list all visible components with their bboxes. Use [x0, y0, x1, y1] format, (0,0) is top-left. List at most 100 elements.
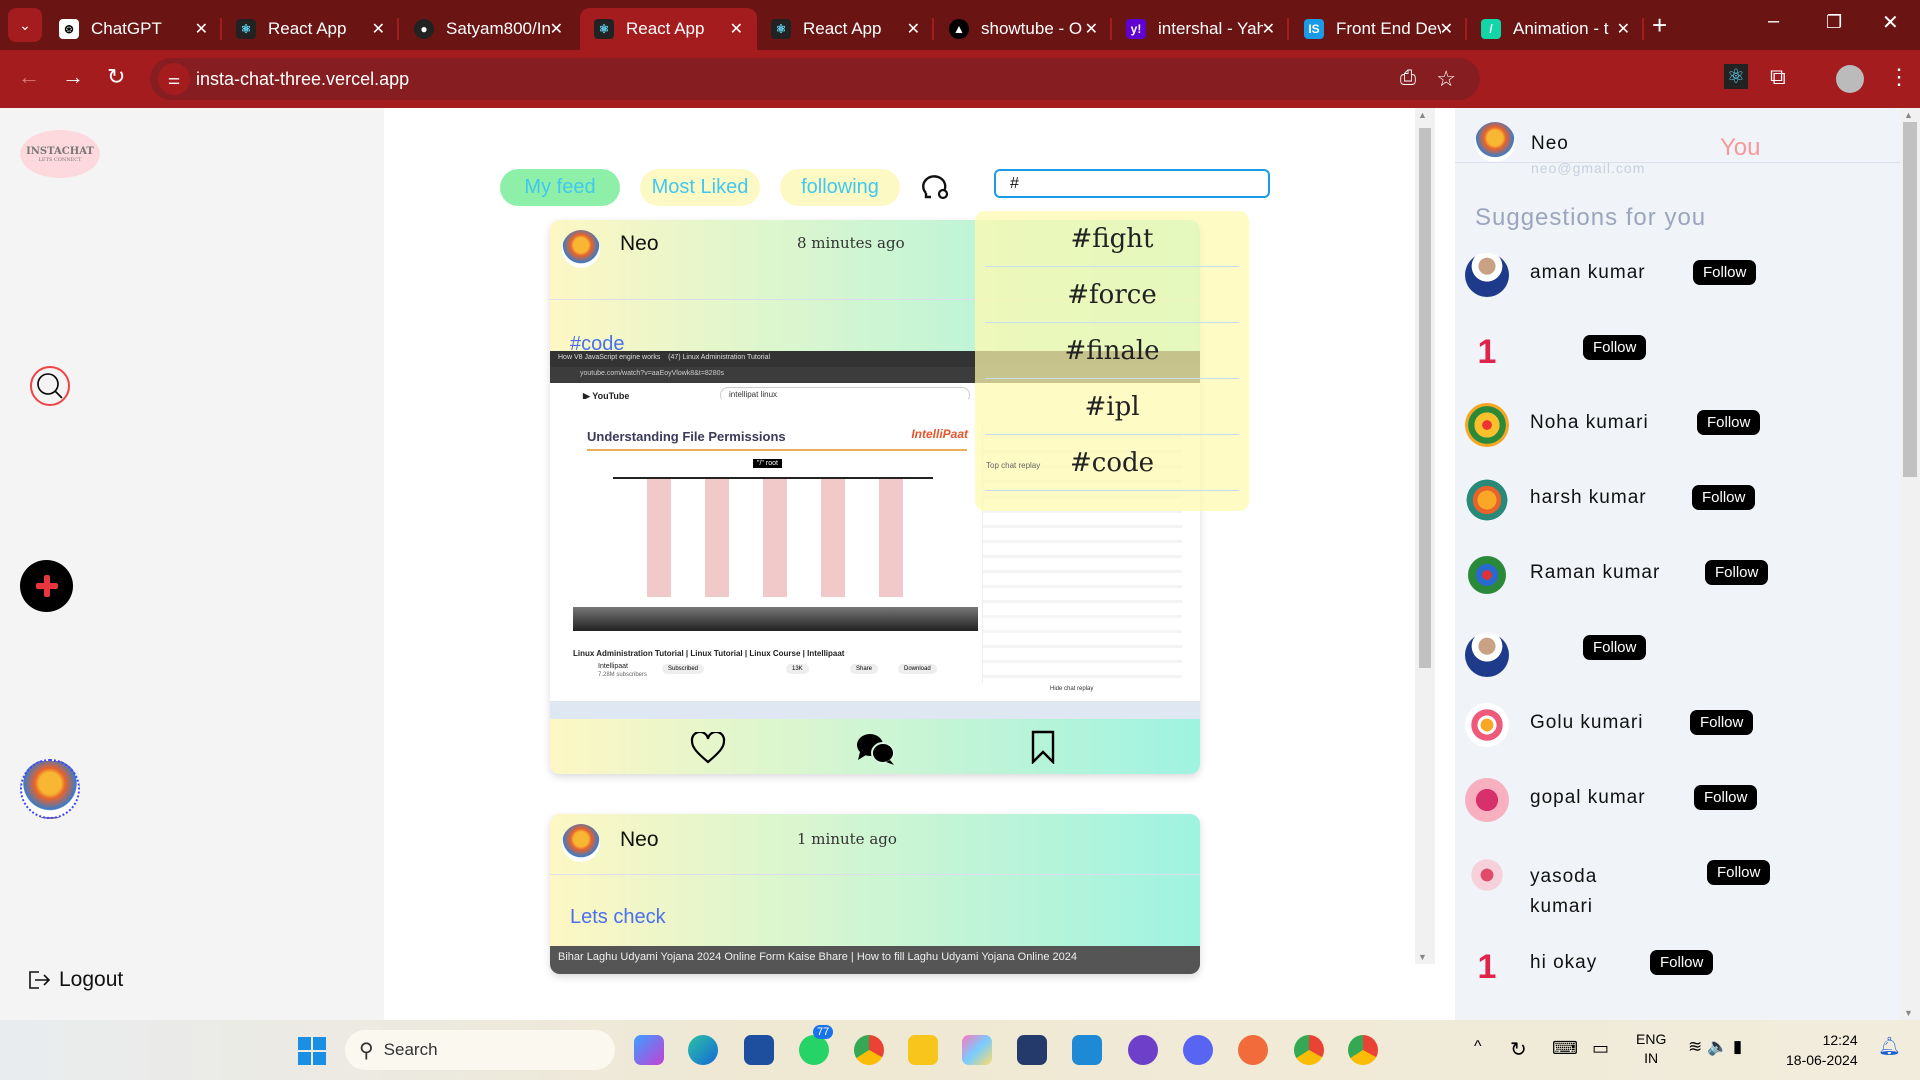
follow-button[interactable]: Follow — [1692, 485, 1756, 510]
windows-start-icon[interactable] — [298, 1037, 326, 1065]
hashtag-option[interactable]: #ipl — [985, 379, 1239, 435]
keyboard-icon[interactable]: ⌨ — [1552, 1038, 1578, 1059]
hashtag-search-input[interactable]: # — [994, 169, 1270, 198]
close-tab-icon[interactable]: ✕ — [1262, 19, 1275, 39]
user-avatar[interactable] — [1465, 403, 1509, 447]
close-window-button[interactable]: ✕ — [1882, 10, 1899, 35]
my-avatar[interactable] — [1475, 122, 1515, 162]
hashtag-option[interactable]: #fight — [985, 211, 1239, 267]
author-avatar[interactable] — [562, 824, 600, 862]
file-explorer-icon[interactable] — [908, 1035, 938, 1065]
hashtag-option[interactable]: #force — [985, 267, 1239, 323]
app-logo[interactable]: INSTACHAT LETS CONNECT — [20, 130, 100, 178]
profile-avatar[interactable] — [20, 759, 80, 819]
extensions-icon[interactable]: ⧉ — [1770, 64, 1786, 90]
close-tab-icon[interactable]: ✕ — [1617, 19, 1630, 39]
browser-tab[interactable]: ⊛ ChatGPT ✕ — [45, 8, 222, 50]
like-heart-icon[interactable] — [690, 732, 726, 764]
browser-tab[interactable]: ▲ showtube - O ✕ — [935, 8, 1112, 50]
user-avatar[interactable] — [1465, 703, 1509, 747]
logout-button[interactable]: Logout — [27, 968, 123, 992]
close-tab-icon[interactable]: ✕ — [550, 19, 563, 39]
follow-button[interactable]: Follow — [1694, 785, 1758, 810]
chat-icon[interactable] — [920, 171, 950, 201]
user-avatar[interactable] — [1465, 553, 1509, 597]
chrome-profile-icon[interactable] — [1294, 1035, 1324, 1065]
restore-button[interactable]: ❐ — [1826, 12, 1842, 33]
follow-button[interactable]: Follow — [1693, 260, 1757, 285]
search-nav-button[interactable] — [30, 366, 70, 406]
virtualbox-icon[interactable] — [1017, 1035, 1047, 1065]
chrome-icon[interactable] — [854, 1035, 884, 1065]
close-tab-icon[interactable]: ✕ — [195, 19, 208, 39]
reload-icon[interactable]: ↻ — [107, 64, 125, 90]
follow-button[interactable]: Follow — [1690, 710, 1754, 735]
bookmark-star-icon[interactable]: ☆ — [1436, 66, 1456, 92]
bookmark-icon[interactable] — [1030, 730, 1056, 764]
menu-icon[interactable]: ⋮ — [1888, 64, 1910, 90]
taskbar-search[interactable]: ⚲ Search — [345, 1030, 615, 1070]
tab-my-feed[interactable]: My feed — [500, 169, 620, 206]
user-avatar[interactable]: 1 — [1465, 948, 1509, 992]
comments-icon[interactable] — [856, 732, 896, 766]
follow-button[interactable]: Follow — [1707, 860, 1771, 885]
store-icon[interactable] — [744, 1035, 774, 1065]
follow-button[interactable]: Follow — [1650, 950, 1714, 975]
suggestions-scrollbar[interactable]: ▲ ▼ — [1900, 108, 1920, 1020]
tab-search-button[interactable]: ⌄ — [8, 8, 42, 42]
tray-chevron-icon[interactable]: ^ — [1474, 1038, 1482, 1056]
install-app-icon[interactable]: ⎙ — [1400, 67, 1416, 90]
app-icon[interactable] — [962, 1035, 992, 1065]
minimize-button[interactable]: – — [1768, 10, 1779, 33]
whatsapp-icon[interactable]: 77 — [799, 1025, 834, 1065]
edge-icon[interactable] — [688, 1035, 718, 1065]
close-tab-icon[interactable]: ✕ — [372, 19, 385, 39]
create-post-button[interactable] — [20, 560, 73, 612]
react-devtools-icon[interactable]: ⚛ — [1724, 64, 1748, 89]
hashtag-option[interactable]: #finale — [985, 323, 1239, 379]
close-tab-icon[interactable]: ✕ — [1085, 19, 1098, 39]
browser-tab[interactable]: y!intershal - Yahoo✕ — [1112, 8, 1289, 50]
vscode-icon[interactable] — [1072, 1035, 1102, 1065]
post-author[interactable]: Neo — [620, 232, 659, 256]
clock[interactable]: 12:24 18-06-2024 — [1786, 1030, 1858, 1070]
discord-icon[interactable] — [1183, 1035, 1213, 1065]
display-icon[interactable]: ▭ — [1592, 1038, 1609, 1059]
browser-tab-active[interactable]: ⚛ React App ✕ — [580, 8, 757, 50]
browser-tab[interactable]: ⚛ React App ✕ — [757, 8, 934, 50]
tab-following[interactable]: following — [780, 169, 900, 206]
user-avatar[interactable] — [1465, 478, 1509, 522]
copilot-icon[interactable] — [634, 1035, 664, 1065]
close-tab-icon[interactable]: ✕ — [730, 19, 743, 39]
follow-button[interactable]: Follow — [1705, 560, 1769, 585]
wifi-volume-battery-icons[interactable]: ≋ 🔈 ▮ — [1688, 1037, 1742, 1057]
tab-most-liked[interactable]: Most Liked — [640, 169, 760, 206]
new-tab-button[interactable]: + — [1652, 10, 1667, 41]
language-indicator[interactable]: ENG IN — [1636, 1030, 1666, 1068]
sync-icon[interactable]: ↻ — [1510, 1037, 1527, 1062]
github-desktop-icon[interactable] — [1128, 1035, 1158, 1065]
user-avatar[interactable]: 1 — [1465, 333, 1509, 377]
user-avatar[interactable] — [1465, 253, 1509, 297]
browser-tab[interactable]: ●Satyam800/Insta✕ — [400, 8, 577, 50]
postman-icon[interactable] — [1238, 1035, 1268, 1065]
close-tab-icon[interactable]: ✕ — [1440, 19, 1453, 39]
user-avatar[interactable] — [1465, 778, 1509, 822]
follow-button[interactable]: Follow — [1697, 410, 1761, 435]
address-bar[interactable]: ⚌ insta-chat-three.vercel.app ⎙ ☆ — [150, 58, 1480, 100]
browser-tab[interactable]: IS Front End Dev ✕ — [1290, 8, 1467, 50]
profile-avatar[interactable] — [1836, 65, 1864, 93]
browser-tab[interactable]: / Animation - t ✕ — [1467, 8, 1644, 50]
post-author[interactable]: Neo — [620, 828, 659, 852]
user-avatar[interactable] — [1465, 853, 1509, 897]
back-icon[interactable]: ← — [18, 64, 40, 90]
follow-button[interactable]: Follow — [1583, 335, 1647, 360]
notification-bell-icon[interactable]: 🔔︎ — [1878, 1036, 1901, 1057]
site-info-icon[interactable]: ⚌ — [158, 63, 190, 95]
post-image[interactable]: Bihar Laghu Udyami Yojana 2024 Online Fo… — [550, 946, 1200, 974]
chrome-profile-icon[interactable] — [1348, 1035, 1378, 1065]
browser-tab[interactable]: ⚛ React App ✕ — [222, 8, 399, 50]
follow-button[interactable]: Follow — [1583, 635, 1647, 660]
feed-scrollbar[interactable]: ▲ ▼ — [1415, 108, 1435, 964]
close-tab-icon[interactable]: ✕ — [907, 19, 920, 39]
